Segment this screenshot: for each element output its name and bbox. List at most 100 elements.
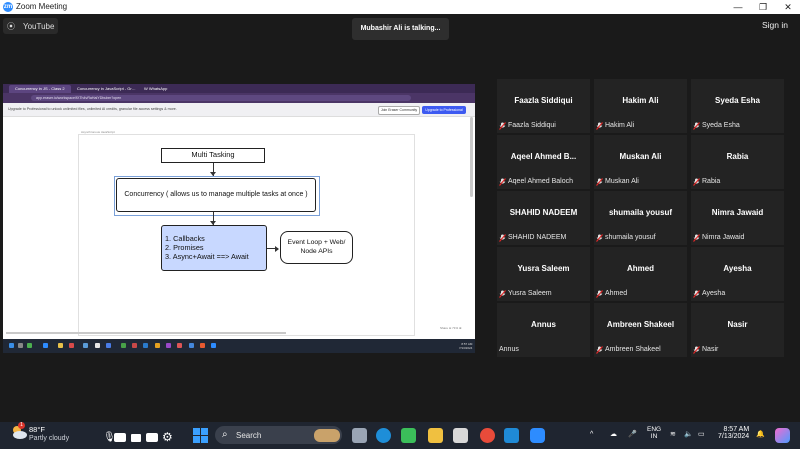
shared-screen[interactable]: Concurrency in JS - Class 2 Concurrency … [3, 84, 475, 353]
participant-label: Syeda Esha [693, 120, 740, 131]
browser-url[interactable]: app.eraser.io/workspace/fXTh4vRaHaiYDbub… [31, 95, 411, 101]
shared-clock: 8:57 AM 7/13/2024 [459, 342, 472, 350]
participant-name: Muskan Ali [619, 152, 662, 161]
wifi-icon[interactable]: ≋ [670, 430, 676, 438]
muted-mic-icon [596, 289, 603, 298]
participant-tile[interactable]: Muskan Ali Muskan Ali [594, 135, 687, 189]
participant-tile[interactable]: Ahmed Ahmed [594, 247, 687, 301]
participant-tile[interactable]: Syeda Esha Syeda Esha [691, 79, 784, 133]
multi-tasking-box[interactable]: Multi Tasking [161, 148, 265, 163]
event-loop-box[interactable]: Event Loop + Web/ Node APIs [280, 231, 353, 264]
folder-icon[interactable] [428, 428, 443, 443]
edge-icon[interactable] [376, 428, 391, 443]
screen-icon[interactable] [131, 434, 141, 442]
clock-date: 7/13/2024 [718, 433, 750, 440]
participant-name: Nasir [727, 320, 748, 329]
app-icon [166, 343, 171, 348]
search-label: Search [236, 431, 262, 440]
browser-tab[interactable]: W WhatsApp [138, 85, 184, 93]
system-clock[interactable]: 8:57 AM 7/13/2024 [718, 426, 749, 440]
concurrency-box[interactable]: Concurrency ( allows us to manage multip… [116, 178, 316, 212]
upgrade-button[interactable]: Upgrade to Professional [422, 106, 466, 114]
weather-badge: 1 [18, 422, 25, 429]
participant-name: Rabia [726, 152, 749, 161]
participant-label: SHAHID NADEEM [499, 232, 566, 243]
canvas-caption: Asynchronous JavaScript [81, 130, 115, 134]
participant-tile[interactable]: Hakim Ali Hakim Ali [594, 79, 687, 133]
language-indicator[interactable]: ENG IN [647, 426, 661, 440]
browser-tab[interactable]: Concurrency in JavaScript - Gr… [71, 85, 141, 93]
onedrive-icon[interactable]: ☁ [610, 430, 617, 438]
start-button[interactable] [193, 428, 208, 443]
shared-taskbar: 8:57 AM 7/13/2024 [3, 339, 475, 353]
participant-name: Syeda Esha [715, 96, 760, 105]
youtube-button[interactable]: ⦿ YouTube [3, 18, 59, 34]
muted-mic-icon [596, 121, 603, 130]
weather-widget[interactable]: 1 [10, 422, 28, 445]
browser-tab[interactable]: Concurrency in JS - Class 2 [9, 85, 71, 93]
participant-label-text: Annus [499, 346, 519, 353]
mic-tray-icon[interactable]: 🎤 [628, 430, 637, 438]
participant-name: Faazla Siddiqui [514, 96, 573, 105]
close-button[interactable]: ✕ [776, 0, 800, 14]
join-community-button[interactable]: Join Eraser Community [378, 106, 420, 115]
app-icon [83, 343, 88, 348]
async-methods-box[interactable]: 1. Callbacks 2. Promises 3. Async+Await … [161, 225, 267, 271]
chevron-up-icon[interactable]: ^ [590, 431, 593, 438]
sign-in-link[interactable]: Sign in [762, 20, 788, 30]
participant-label: Nasir [693, 344, 718, 355]
battery-icon[interactable]: ▭ [698, 430, 705, 438]
zoom-icon [211, 343, 216, 348]
participant-tile[interactable]: shumaila yousuf shumaila yousuf [594, 191, 687, 245]
store-icon[interactable] [453, 428, 468, 443]
participant-label-text: Rabia [702, 178, 721, 185]
chrome-icon[interactable] [480, 428, 495, 443]
horizontal-scrollbar[interactable] [6, 332, 286, 334]
participant-tile[interactable]: SHAHID NADEEM SHAHID NADEEM [497, 191, 590, 245]
muted-mic-icon [499, 177, 506, 186]
participant-tile[interactable]: Rabia Rabia [691, 135, 784, 189]
participant-tile[interactable]: Yusra Saleem Yusra Saleem [497, 247, 590, 301]
participant-label-text: Ayesha [702, 290, 726, 297]
app-icon [69, 343, 74, 348]
app-icon[interactable] [401, 428, 416, 443]
weather-condition: Partly cloudy [29, 435, 70, 442]
participant-label: Ahmed [596, 288, 627, 299]
maximize-button[interactable]: ❐ [751, 0, 775, 14]
camera-icon[interactable] [114, 433, 126, 442]
notification-bell-icon[interactable]: 🔔 [756, 430, 765, 438]
participant-name: Ahmed [626, 264, 655, 273]
video-icon[interactable] [146, 433, 158, 442]
vscode-icon[interactable] [504, 428, 519, 443]
task-view-icon[interactable] [352, 428, 367, 443]
zoom-control[interactable]: Share ⊖ 71% ⊕ [440, 326, 462, 330]
minimize-button[interactable]: — [726, 0, 750, 14]
participant-label-text: Hakim Ali [605, 122, 635, 129]
participant-label-text: shumaila yousuf [605, 234, 656, 241]
gear-icon[interactable]: ⚙ [162, 431, 173, 443]
search-icon: ⌕ [222, 429, 228, 440]
participant-tile[interactable]: Nasir Nasir [691, 303, 784, 357]
participant-tile[interactable]: Nimra Jawaid Nimra Jawaid [691, 191, 784, 245]
copilot-icon[interactable] [775, 428, 790, 443]
arrow-head [275, 245, 279, 252]
participant-tile[interactable]: Ayesha Ayesha [691, 247, 784, 301]
participant-label: Faazla Siddiqui [499, 120, 556, 131]
participant-name: Ayesha [723, 264, 752, 273]
participant-label-text: Nasir [702, 346, 719, 353]
zoom-taskbar-icon[interactable] [530, 428, 545, 443]
participant-label-text: Ambreen Shakeel [605, 346, 661, 353]
volume-icon[interactable]: 🔈 [684, 430, 693, 438]
muted-mic-icon [596, 345, 603, 354]
app-icon [189, 343, 194, 348]
participant-tile[interactable]: Annus Annus [497, 303, 590, 357]
participant-name: Yusra Saleem [517, 264, 570, 273]
participant-label-text: Muskan Ali [605, 178, 639, 185]
lang-top: ENG [647, 426, 662, 433]
vertical-scrollbar[interactable] [470, 117, 473, 197]
participant-tile[interactable]: Aqeel Ahmed B... Aqeel Ahmed Baloch [497, 135, 590, 189]
muted-mic-icon [693, 289, 700, 298]
muted-mic-icon [693, 233, 700, 242]
participant-tile[interactable]: Faazla Siddiqui Faazla Siddiqui [497, 79, 590, 133]
participant-tile[interactable]: Ambreen Shakeel Ambreen Shakeel [594, 303, 687, 357]
